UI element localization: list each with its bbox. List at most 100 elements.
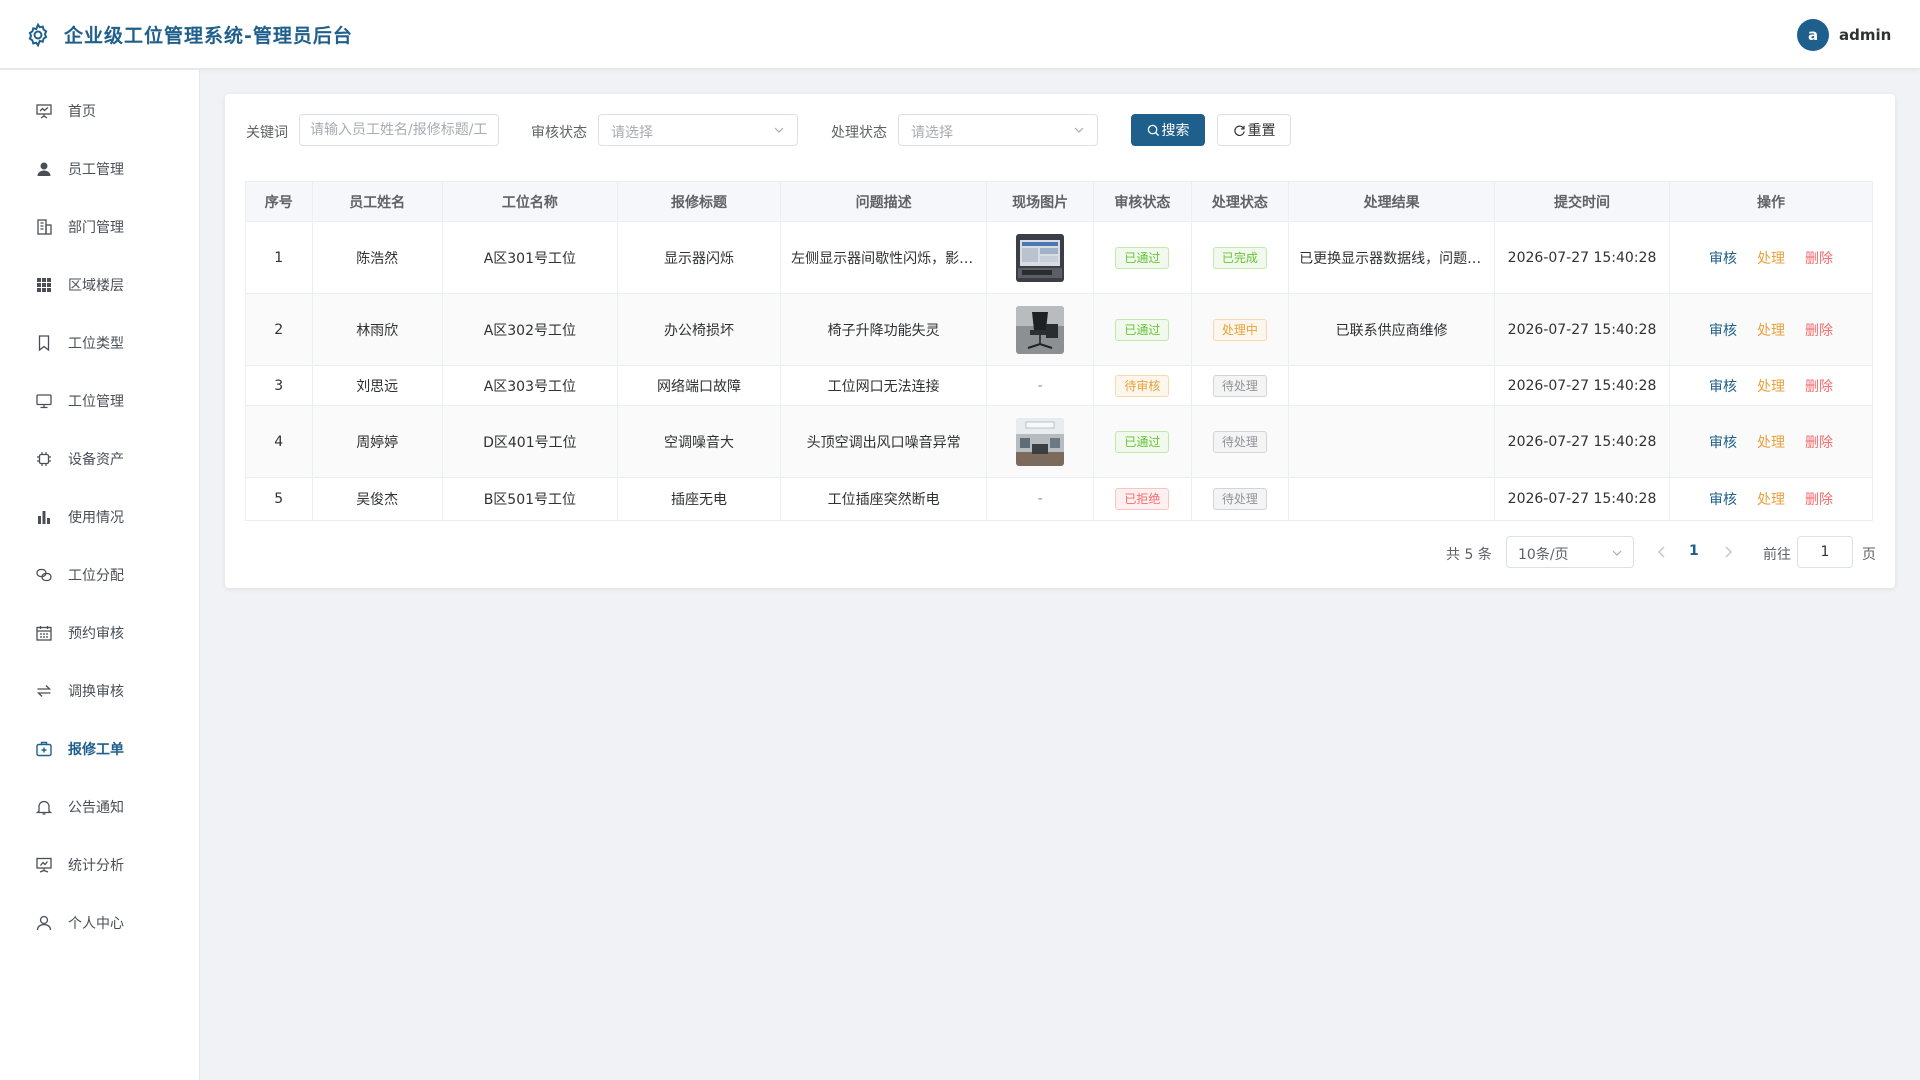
sidebar-item-4[interactable]: 工位类型 <box>0 314 199 372</box>
chevron-down-icon <box>1612 550 1622 556</box>
table-cell: 已拒绝 <box>1094 478 1192 520</box>
table-cell: 审核 处理 删除 <box>1670 222 1872 293</box>
sidebar-item-11[interactable]: 报修工单 <box>0 720 199 778</box>
table-cell: 2026-07-27 15:40:28 <box>1495 406 1670 477</box>
table-cell: 2026-07-27 15:40:28 <box>1495 478 1670 520</box>
table-cell: D区401号工位 <box>443 406 618 477</box>
user-outline-icon <box>35 914 53 932</box>
table-cell: 显示器闪烁 <box>618 222 782 293</box>
delete-link[interactable]: 删除 <box>1805 376 1833 396</box>
station-name: A区303号工位 <box>483 378 576 395</box>
column-header: 序号 <box>246 182 313 221</box>
current-page-number[interactable]: 1 <box>1689 543 1699 559</box>
page-suffix: 页 <box>1862 547 1876 563</box>
grid-icon <box>35 276 53 294</box>
table-cell: 3 <box>246 366 313 405</box>
repair-title: 办公椅损坏 <box>663 322 734 339</box>
keyword-input[interactable] <box>299 114 499 146</box>
chip-icon <box>35 450 53 468</box>
sidebar-item-10[interactable]: 调换审核 <box>0 662 199 720</box>
process-link[interactable]: 处理 <box>1757 432 1785 452</box>
column-header: 问题描述 <box>781 182 988 221</box>
username[interactable]: admin <box>1839 26 1891 44</box>
sidebar-item-12[interactable]: 公告通知 <box>0 778 199 836</box>
station-name: A区302号工位 <box>483 322 576 339</box>
table-cell: 已通过 <box>1094 294 1192 365</box>
sidebar-item-14[interactable]: 个人中心 <box>0 894 199 952</box>
audit-link[interactable]: 审核 <box>1709 489 1737 509</box>
sidebar-item-6[interactable]: 设备资产 <box>0 430 199 488</box>
page-size-select[interactable]: 10条/页 <box>1506 536 1634 568</box>
audit-link[interactable]: 审核 <box>1709 248 1737 268</box>
delete-link[interactable]: 删除 <box>1805 248 1833 268</box>
process-status-select[interactable]: 请选择 <box>898 114 1098 146</box>
audit-status-badge: 已通过 <box>1115 430 1170 453</box>
table-cell: A区303号工位 <box>443 366 618 405</box>
sidebar-item-8[interactable]: 工位分配 <box>0 546 199 604</box>
process-link[interactable]: 处理 <box>1757 320 1785 340</box>
repair-title: 空调噪音大 <box>663 434 734 451</box>
sidebar-item-label: 报修工单 <box>68 742 124 758</box>
sidebar-item-label: 工位分配 <box>68 568 124 584</box>
site-photo[interactable] <box>1016 417 1065 466</box>
sidebar-item-5[interactable]: 工位管理 <box>0 372 199 430</box>
audit-status-select[interactable]: 请选择 <box>598 114 798 146</box>
process-link[interactable]: 处理 <box>1757 376 1785 396</box>
first-aid-kit-icon <box>35 740 53 758</box>
keyword-label: 关键词 <box>246 125 288 141</box>
table-cell: 周婷婷 <box>313 406 443 477</box>
column-header: 工位名称 <box>443 182 618 221</box>
employee-name: 吴俊杰 <box>356 492 399 508</box>
process-link[interactable]: 处理 <box>1757 489 1785 509</box>
search-icon <box>1147 124 1159 136</box>
bell-icon <box>35 798 53 816</box>
table-cell: 左侧显示器间歇性闪烁，影响正常办公 <box>781 222 988 293</box>
table-cell: 已更换显示器数据线，问题已解决 <box>1289 222 1496 293</box>
submit-time: 2026-07-27 15:40:28 <box>1507 377 1657 394</box>
row-number: 1 <box>274 249 284 266</box>
delete-link[interactable]: 删除 <box>1805 489 1833 509</box>
chevron-down-icon <box>1074 127 1084 133</box>
chevron-left-icon[interactable] <box>1654 544 1670 560</box>
site-photo[interactable] <box>1016 305 1065 354</box>
column-header: 处理结果 <box>1289 182 1496 221</box>
problem-description: 头顶空调出风口噪音异常 <box>806 434 961 451</box>
audit-link[interactable]: 审核 <box>1709 376 1737 396</box>
problem-description: 工位网口无法连接 <box>827 378 940 395</box>
station-name: A区301号工位 <box>483 250 576 267</box>
sidebar-item-label: 区域楼层 <box>68 278 124 294</box>
audit-link[interactable]: 审核 <box>1709 320 1737 340</box>
avatar[interactable]: a <box>1797 19 1829 51</box>
sidebar-item-2[interactable]: 部门管理 <box>0 198 199 256</box>
problem-description: 椅子升降功能失灵 <box>827 322 940 339</box>
table-cell: 待处理 <box>1192 406 1290 477</box>
sidebar-item-3[interactable]: 区域楼层 <box>0 256 199 314</box>
sidebar-item-7[interactable]: 使用情况 <box>0 488 199 546</box>
sidebar-item-9[interactable]: 预约审核 <box>0 604 199 662</box>
sidebar-item-label: 工位类型 <box>68 336 124 352</box>
goto-page-input[interactable] <box>1797 536 1853 568</box>
process-status-badge: 待处理 <box>1212 488 1267 510</box>
sidebar-item-label: 员工管理 <box>68 162 124 178</box>
site-photo[interactable] <box>1016 233 1065 282</box>
delete-link[interactable]: 删除 <box>1805 432 1833 452</box>
search-button[interactable]: 搜索 <box>1131 114 1205 146</box>
process-link[interactable]: 处理 <box>1757 248 1785 268</box>
sidebar-item-label: 设备资产 <box>68 452 124 468</box>
process-result: 已联系供应商维修 <box>1335 322 1448 339</box>
column-header: 提交时间 <box>1495 182 1670 221</box>
employee-name: 刘思远 <box>356 378 399 395</box>
chevron-right-icon[interactable] <box>1720 544 1736 560</box>
table-cell <box>987 294 1095 365</box>
column-header: 报修标题 <box>618 182 782 221</box>
table-cell: 网络端口故障 <box>618 366 782 405</box>
chevron-down-icon <box>774 127 784 133</box>
table-cell <box>987 222 1095 293</box>
sidebar-item-0[interactable]: 首页 <box>0 82 199 140</box>
sidebar-item-1[interactable]: 员工管理 <box>0 140 199 198</box>
audit-link[interactable]: 审核 <box>1709 432 1737 452</box>
sidebar-item-13[interactable]: 统计分析 <box>0 836 199 894</box>
table-cell: 插座无电 <box>618 478 782 520</box>
delete-link[interactable]: 删除 <box>1805 320 1833 340</box>
reset-button[interactable]: 重置 <box>1217 114 1291 146</box>
